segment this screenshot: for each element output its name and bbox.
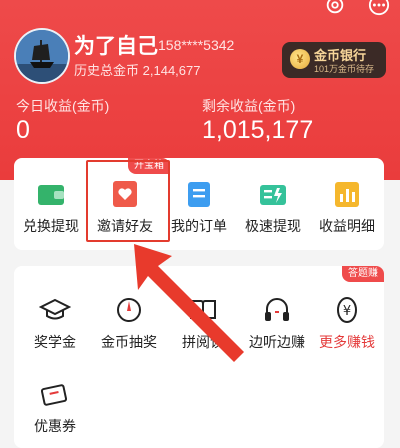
coupon-icon [40, 384, 68, 406]
scholarship-item[interactable]: 奖学金 [18, 294, 92, 352]
lottery-icon [117, 298, 141, 322]
wallet-icon [38, 185, 64, 205]
quick-actions-card: 开宝箱 兑换提现 邀请好友 我的订单 极速提现 收益明细 [14, 158, 384, 250]
graduation-cap-icon [39, 298, 71, 320]
highlight-box [86, 160, 170, 242]
more-earning-label: 更多赚钱 [319, 334, 375, 350]
listen-earn-item[interactable]: 边听边赚 [240, 294, 314, 352]
remaining-earnings-label: 剩余收益(金币) [202, 98, 296, 114]
my-orders-item[interactable]: 我的订单 [162, 178, 236, 236]
profile-header: 为了自己 158****5342 历史总金币 2,144,677 ¥ 金币银行 … [0, 0, 400, 180]
coin-bank-subtitle: 101万金币待存 [314, 64, 375, 74]
history-coins: 历史总金币 2,144,677 [74, 60, 200, 79]
history-label: 历史总金币 [74, 63, 140, 78]
earnings-detail-item[interactable]: 收益明细 [310, 178, 384, 236]
more-earning-item[interactable]: ¥ 更多赚钱 [310, 294, 384, 352]
coupon-label: 优惠券 [34, 418, 76, 434]
coin-icon: ¥ [290, 49, 310, 69]
history-value: 2,144,677 [142, 63, 201, 78]
quiz-earn-tag[interactable]: 答题赚 [342, 266, 384, 282]
remaining-earnings-value[interactable]: 1,015,177 [202, 116, 313, 145]
coin-lottery-label: 金币抽奖 [101, 334, 157, 350]
yuan-coin-icon: ¥ [337, 297, 357, 323]
coupon-item[interactable]: 优惠券 [18, 378, 92, 436]
phone-number: 158****5342 [158, 37, 235, 53]
coin-bank-button[interactable]: ¥ 金币银行 101万金币待存 [282, 42, 386, 78]
svg-text:¥: ¥ [343, 304, 351, 319]
order-icon [188, 182, 210, 207]
headphones-icon [265, 298, 289, 321]
earnings-chart-icon [335, 182, 359, 207]
username: 为了自己 [74, 35, 158, 58]
book-icon [190, 300, 216, 322]
my-orders-label: 我的订单 [171, 218, 227, 234]
exchange-withdraw-item[interactable]: 兑换提现 [14, 178, 88, 236]
fast-withdraw-item[interactable]: 极速提现 [236, 178, 310, 236]
fast-withdraw-icon [260, 185, 286, 205]
scholarship-label: 奖学金 [34, 334, 76, 350]
group-reading-item[interactable]: 拼阅读 [166, 294, 240, 352]
fast-withdraw-label: 极速提现 [245, 218, 301, 234]
exchange-withdraw-label: 兑换提现 [23, 218, 79, 234]
coin-lottery-item[interactable]: 金币抽奖 [92, 294, 166, 352]
more-icon[interactable] [368, 0, 390, 16]
top-icons [324, 0, 390, 16]
services-card: 答题赚 奖学金 金币抽奖 拼阅读 边听边赚 ¥ 更多赚钱 优惠券 [14, 266, 384, 448]
settings-icon[interactable] [324, 0, 346, 16]
listen-earn-label: 边听边赚 [249, 334, 305, 350]
today-earnings-label: 今日收益(金币) [16, 98, 110, 114]
today-earnings-value[interactable]: 0 [16, 116, 30, 145]
earnings-detail-label: 收益明细 [319, 218, 375, 234]
group-reading-label: 拼阅读 [182, 334, 224, 350]
avatar[interactable] [14, 28, 70, 84]
